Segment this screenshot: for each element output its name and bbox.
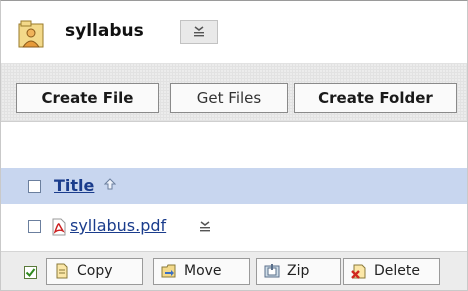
create-folder-button[interactable]: Create Folder [294, 83, 457, 113]
file-manager-window: syllabus Create File Get Files Create Fo… [0, 0, 468, 291]
dropdown-menu-icon[interactable] [199, 220, 211, 234]
dropdown-menu-icon [194, 26, 204, 37]
toolbar: Create File Get Files Create Folder [1, 63, 467, 122]
move-button[interactable]: Move [153, 258, 250, 285]
move-label: Move [184, 263, 222, 279]
pdf-icon [52, 218, 66, 236]
folder-user-icon [18, 20, 44, 48]
folder-header: syllabus [1, 1, 467, 63]
select-all-checkbox[interactable] [28, 180, 41, 193]
zip-button[interactable]: Zip [256, 258, 341, 285]
sort-ascending-icon [104, 178, 116, 190]
file-link[interactable]: syllabus.pdf [70, 216, 166, 235]
copy-icon [56, 263, 68, 279]
copy-label: Copy [77, 263, 113, 279]
zip-icon [264, 264, 280, 278]
table-header-row: Title [1, 168, 467, 204]
bulk-action-bar: Copy Move Zip Delete [1, 251, 467, 290]
delete-icon [351, 264, 366, 279]
create-file-button[interactable]: Create File [16, 83, 159, 113]
title-column-header[interactable]: Title [54, 176, 94, 195]
row-checkbox[interactable] [28, 220, 41, 233]
zip-label: Zip [287, 263, 310, 279]
folder-title: syllabus [65, 21, 144, 41]
copy-button[interactable]: Copy [46, 258, 143, 285]
checkbox-checked-icon[interactable] [24, 266, 37, 279]
table-row: syllabus.pdf [1, 205, 467, 245]
folder-menu-button[interactable] [180, 20, 218, 44]
delete-label: Delete [374, 263, 420, 279]
delete-button[interactable]: Delete [343, 258, 440, 285]
message-area [1, 122, 467, 169]
get-files-button[interactable]: Get Files [170, 83, 288, 113]
move-folder-icon [161, 264, 176, 278]
